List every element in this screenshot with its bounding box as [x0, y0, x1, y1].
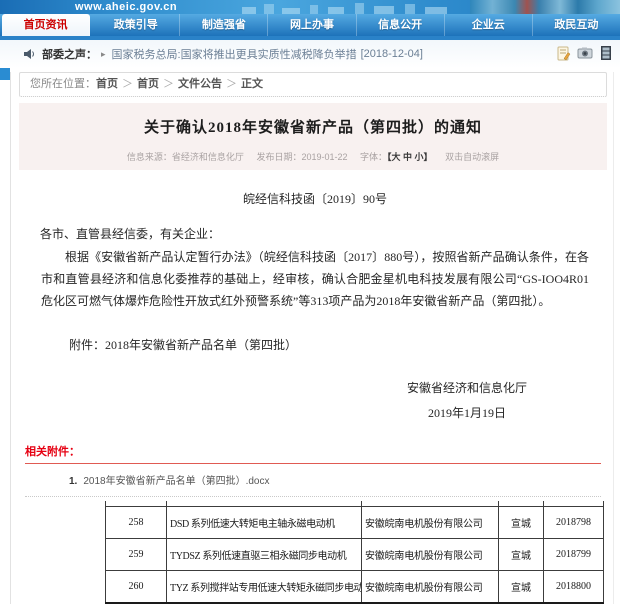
nav-tab-online-services[interactable]: 网上办事: [268, 14, 356, 36]
product-table: 258 DSD 系列低速大转矩电主轴永磁电动机 安徽皖南电机股份有限公司 宣城 …: [105, 501, 604, 604]
main-navigation: 首页资讯 政策引导 制造强省 网上办事 信息公开 企业云 政民互动: [0, 14, 620, 40]
table-row: 259 TYDSZ 系列低速直驱三相永磁同步电动机 安徽皖南电机股份有限公司 宣…: [106, 539, 604, 571]
ticker-label: 部委之声：: [42, 46, 97, 62]
signature-block: 安徽省经济和信息化厅 2019年1月19日: [35, 379, 527, 421]
speaker-icon: [24, 48, 36, 60]
cell-city: 宣城: [499, 571, 544, 604]
page-title: 关于确认2018年安徽省新产品（第四批）的通知: [19, 116, 607, 137]
breadcrumb-home[interactable]: 首页: [96, 78, 118, 90]
attachment-index: 1.: [69, 476, 77, 487]
source-value: 省经济和信息化厅: [172, 152, 244, 162]
ticker-headline-link[interactable]: 国家税务总局:国家将推出更具实质性减税降负举措: [112, 46, 357, 62]
signer-name: 安徽省经济和信息化厅: [407, 379, 527, 396]
breadcrumb-notices[interactable]: 文件公告: [178, 78, 222, 90]
nav-tab-info-disclosure[interactable]: 信息公开: [357, 14, 445, 36]
cell-no: 260: [106, 571, 167, 604]
body-paragraph: 根据《安徽省新产品认定暂行办法》（皖经信科技函〔2017〕880号），按照省新产…: [41, 246, 589, 312]
ticker-marker-icon: ▸: [101, 49, 106, 60]
cell-code: 2018798: [544, 507, 604, 539]
nav-tab-policy[interactable]: 政策引导: [92, 14, 180, 36]
cell-company: 安徽皖南电机股份有限公司: [362, 539, 499, 571]
article-header: 关于确认2018年安徽省新产品（第四批）的通知 信息来源：省经济和信息化厅 发布…: [19, 103, 607, 170]
attachment-link[interactable]: 2018年安徽省新产品名单（第四批）.docx: [83, 476, 269, 487]
ticker-date: [2018-12-04]: [361, 48, 423, 60]
nav-tab-home[interactable]: 首页资讯: [2, 14, 90, 36]
notepad-icon[interactable]: [556, 45, 572, 61]
article-meta: 信息来源：省经济和信息化厅 发布日期：2019-01-22 字体：【大 中 小】…: [19, 150, 607, 170]
cell-product: DSD 系列低速大转矩电主轴永磁电动机: [167, 507, 362, 539]
cell-city: 宣城: [499, 539, 544, 571]
cell-code: 2018799: [544, 539, 604, 571]
attachment-reference: 附件：2018年安徽省新产品名单（第四批）: [69, 336, 595, 353]
nav-tab-interaction[interactable]: 政民互动: [533, 14, 620, 36]
related-attachments-heading: 相关附件：: [25, 443, 601, 464]
site-url: www.aheic.gov.cn: [75, 0, 177, 14]
cell-product: TYDSZ 系列低速直驱三相永磁同步电动机: [167, 539, 362, 571]
nav-tab-enterprise-cloud[interactable]: 企业云: [445, 14, 533, 36]
cell-company: 安徽皖南电机股份有限公司: [362, 571, 499, 604]
site-banner: www.aheic.gov.cn: [0, 0, 620, 14]
breadcrumb-prefix: 您所在位置：: [30, 78, 96, 90]
breadcrumb-current: 正文: [241, 78, 263, 90]
related-attachments: 相关附件： 1. 2018年安徽省新产品名单（第四批）.docx: [25, 443, 601, 497]
banner-photo-collage: [470, 0, 620, 14]
news-ticker: 部委之声： ▸ 国家税务总局:国家将推出更具实质性减税降负举措 [2018-12…: [0, 40, 620, 68]
salutation: 各市、直管县经信委，有关企业：: [40, 225, 595, 242]
table-row: 260 TYZ 系列搅拌站专用低速大转矩永磁同步电动机 安徽皖南电机股份有限公司…: [106, 571, 604, 604]
nav-tab-manufacturing[interactable]: 制造强省: [180, 14, 268, 36]
cell-company: 安徽皖南电机股份有限公司: [362, 507, 499, 539]
cell-product: TYZ 系列搅拌站专用低速大转矩永磁同步电动机: [167, 571, 362, 604]
breadcrumb-home2[interactable]: 首页: [137, 78, 159, 90]
autoscroll-hint[interactable]: 双击自动滚屏: [445, 152, 499, 162]
dotted-divider: [25, 496, 601, 497]
cell-no: 259: [106, 539, 167, 571]
pubdate-value: 2019-01-22: [301, 152, 347, 162]
attachment-item[interactable]: 1. 2018年安徽省新产品名单（第四批）.docx: [69, 472, 601, 487]
cell-city: 宣城: [499, 507, 544, 539]
content-frame: 您所在位置：首页＞首页＞文件公告＞正文 关于确认2018年安徽省新产品（第四批）…: [10, 72, 614, 604]
breadcrumb: 您所在位置：首页＞首页＞文件公告＞正文: [19, 72, 607, 97]
camera-icon[interactable]: [577, 45, 593, 61]
cell-no: 258: [106, 507, 167, 539]
table-row: 258 DSD 系列低速大转矩电主轴永磁电动机 安徽皖南电机股份有限公司 宣城 …: [106, 507, 604, 539]
document-body: 皖经信科技函〔2019〕90号 各市、直管县经信委，有关企业： 根据《安徽省新产…: [13, 190, 611, 421]
fontsize-label: 字体：: [360, 152, 387, 162]
filmstrip-icon[interactable]: [598, 45, 614, 61]
ticker-toolbar: [556, 45, 614, 61]
banner-skyline-decoration: [240, 3, 460, 14]
pubdate-label: 发布日期：: [256, 152, 301, 162]
source-label: 信息来源：: [127, 152, 172, 162]
document-number: 皖经信科技函〔2019〕90号: [35, 190, 595, 207]
cell-code: 2018800: [544, 571, 604, 604]
signature-date: 2019年1月19日: [407, 404, 527, 421]
fontsize-buttons[interactable]: 【大 中 小】: [387, 152, 433, 162]
